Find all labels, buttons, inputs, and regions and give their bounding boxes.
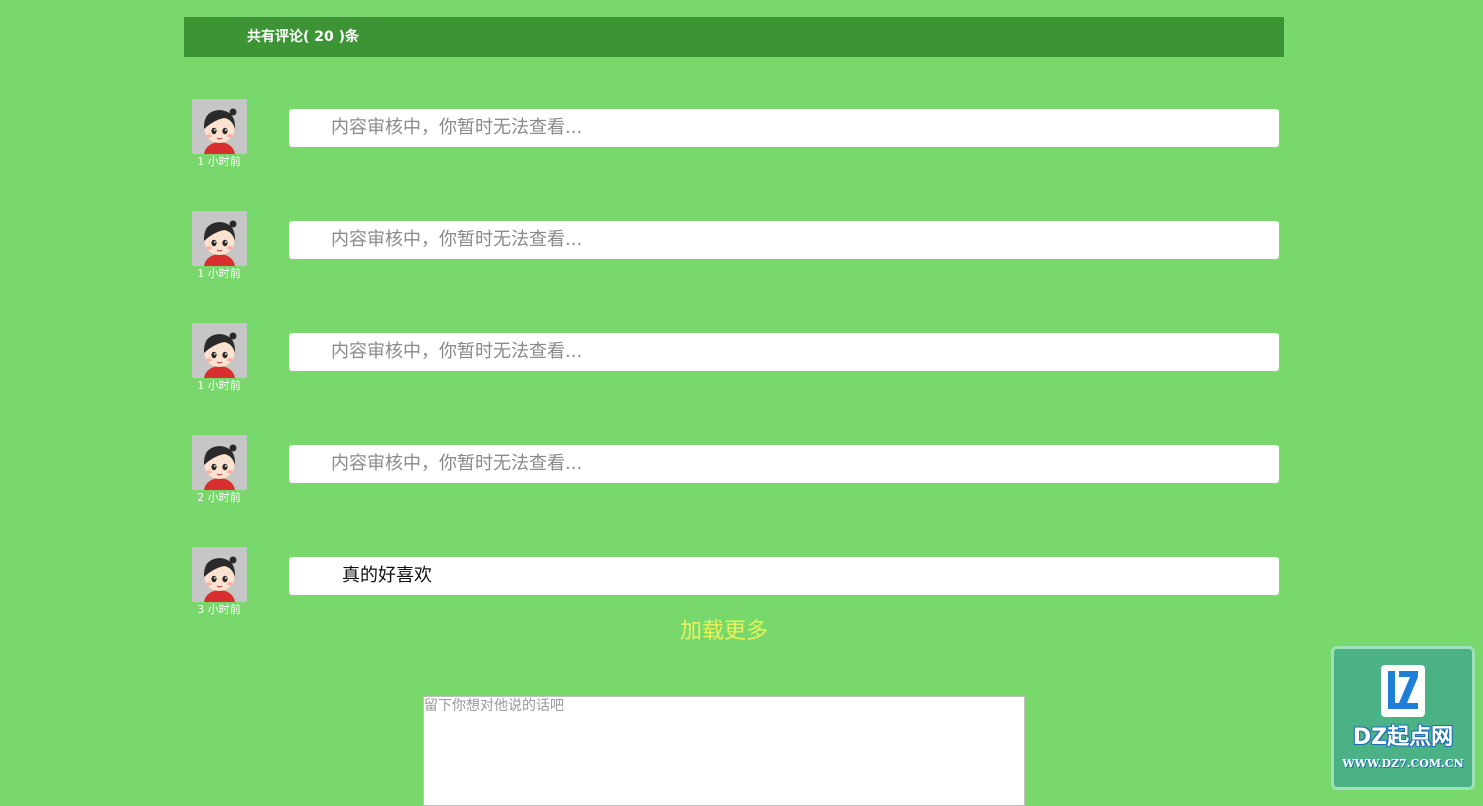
avatar[interactable]	[192, 547, 247, 602]
avatar[interactable]	[192, 435, 247, 490]
user-avatar-icon	[192, 211, 247, 266]
comment-item: 1 小时前 内容审核中，你暂时无法查看...	[184, 99, 1284, 179]
comment-content: 真的好喜欢	[289, 557, 1279, 595]
avatar[interactable]	[192, 99, 247, 154]
comment-time: 1 小时前	[197, 155, 241, 168]
comment-time: 2 小时前	[197, 491, 241, 504]
comment-content: 内容审核中，你暂时无法查看...	[289, 445, 1279, 483]
user-avatar-icon	[192, 323, 247, 378]
comment-item: 1 小时前 内容审核中，你暂时无法查看...	[184, 211, 1284, 291]
watermark-name: DZ起点网	[1352, 725, 1454, 750]
user-avatar-icon	[192, 99, 247, 154]
comment-count-title: 共有评论( 20 )条	[247, 29, 360, 45]
comment-content: 内容审核中，你暂时无法查看...	[289, 109, 1279, 147]
avatar[interactable]	[192, 211, 247, 266]
comment-item: 3 小时前 真的好喜欢	[184, 547, 1284, 627]
comment-item: 1 小时前 内容审核中，你暂时无法查看...	[184, 323, 1284, 403]
comment-time: 3 小时前	[197, 603, 241, 616]
load-more-button[interactable]: 加载更多	[624, 616, 824, 648]
message-input[interactable]	[423, 696, 1025, 806]
comment-time: 1 小时前	[197, 267, 241, 280]
comment-content: 内容审核中，你暂时无法查看...	[289, 221, 1279, 259]
comment-content: 内容审核中，你暂时无法查看...	[289, 333, 1279, 371]
avatar[interactable]	[192, 323, 247, 378]
site-watermark: DZ起点网 WWW.DZ7.COM.CN	[1331, 646, 1475, 790]
comment-item: 2 小时前 内容审核中，你暂时无法查看...	[184, 435, 1284, 515]
user-avatar-icon	[192, 435, 247, 490]
comments-header: 共有评论( 20 )条	[184, 17, 1284, 57]
dz-logo-icon	[1381, 665, 1425, 717]
comment-time: 1 小时前	[197, 379, 241, 392]
user-avatar-icon	[192, 547, 247, 602]
watermark-url: WWW.DZ7.COM.CN	[1342, 757, 1464, 770]
